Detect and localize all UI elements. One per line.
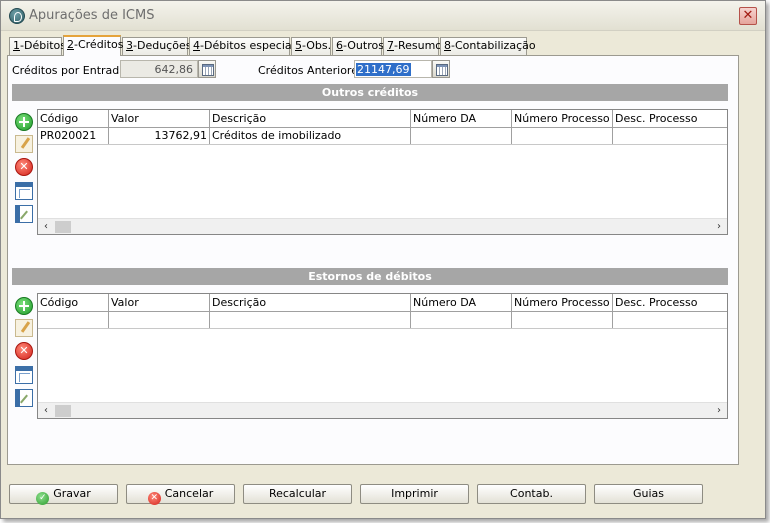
imprimir-button[interactable]: Imprimir: [360, 484, 469, 504]
col-codigo[interactable]: Código: [38, 110, 109, 127]
cell-numero-processo: [512, 128, 613, 144]
export-icon[interactable]: [15, 205, 33, 223]
creditos-anteriores-field[interactable]: 21147,69: [354, 60, 432, 78]
table-row[interactable]: PR020021 13762,91 Créditos de imobilizad…: [38, 128, 727, 145]
scroll-thumb[interactable]: [55, 405, 71, 417]
edit-icon[interactable]: [15, 319, 33, 337]
col-descricao[interactable]: Descrição: [210, 110, 411, 127]
col-valor[interactable]: Valor: [109, 294, 210, 311]
col-valor[interactable]: Valor: [109, 110, 210, 127]
grid-header: Código Valor Descrição Número DA Número …: [38, 110, 727, 128]
col-numero-da[interactable]: Número DA: [411, 294, 512, 311]
cell-valor: [109, 312, 210, 328]
cell-numero-da: [411, 128, 512, 144]
window-title: Apurações de ICMS: [29, 8, 155, 23]
horizontal-scrollbar[interactable]: ‹ ›: [38, 218, 727, 234]
guias-button[interactable]: Guias: [594, 484, 703, 504]
calculator-icon[interactable]: [432, 60, 450, 78]
contab-button[interactable]: Contab.: [477, 484, 586, 504]
estornos-debitos-header: Estornos de débitos: [12, 268, 728, 285]
cell-desc-processo: [613, 128, 727, 144]
app-icon: [9, 8, 25, 24]
tab-contabilizacao[interactable]: 8-Contabilização: [440, 37, 536, 55]
calculator-icon[interactable]: [198, 60, 216, 78]
scroll-left-icon[interactable]: ‹: [38, 403, 54, 419]
close-button[interactable]: ✕: [739, 7, 757, 25]
tab-obs[interactable]: 5-Obs.: [291, 37, 331, 55]
tab-creditos[interactable]: 2-Créditos: [63, 35, 124, 56]
add-icon[interactable]: [15, 113, 33, 131]
outros-creditos-header: Outros créditos: [12, 84, 728, 101]
cell-codigo: [38, 312, 109, 328]
table-config-icon[interactable]: [15, 182, 33, 200]
cancelar-button[interactable]: ✕ Cancelar: [126, 484, 235, 505]
cancel-icon: ✕: [147, 492, 161, 505]
tab-outros[interactable]: 6-Outros: [332, 37, 384, 55]
cell-valor: 13762,91: [109, 128, 210, 144]
creditos-anteriores-label: Créditos Anteriores: [258, 64, 364, 77]
outros-creditos-grid: Código Valor Descrição Número DA Número …: [37, 109, 728, 235]
tab-debitos-especiais[interactable]: 4-Débitos especiais: [189, 37, 300, 55]
horizontal-scrollbar[interactable]: ‹ ›: [38, 402, 727, 418]
creditos-entradas-label: Créditos por Entradas: [12, 64, 132, 77]
table-config-icon[interactable]: [15, 366, 33, 384]
col-numero-processo[interactable]: Número Processo: [512, 294, 613, 311]
tab-deducoes[interactable]: 3-Deduções: [122, 37, 191, 55]
delete-icon[interactable]: ✕: [15, 158, 33, 176]
add-icon[interactable]: [15, 297, 33, 315]
col-descricao[interactable]: Descrição: [210, 294, 411, 311]
cell-codigo: PR020021: [38, 128, 109, 144]
tab-debitos[interactable]: 1-Débitos: [9, 37, 66, 55]
export-icon[interactable]: [15, 389, 33, 407]
col-desc-processo[interactable]: Desc. Processo: [613, 110, 727, 127]
delete-icon[interactable]: ✕: [15, 342, 33, 360]
cell-numero-processo: [512, 312, 613, 328]
cell-descricao: Créditos de imobilizado: [210, 128, 411, 144]
col-numero-processo[interactable]: Número Processo: [512, 110, 613, 127]
cell-numero-da: [411, 312, 512, 328]
scroll-right-icon[interactable]: ›: [711, 403, 727, 419]
table-row[interactable]: [38, 312, 727, 329]
creditos-panel: Créditos por Entradas 642,86 Créditos An…: [7, 55, 739, 465]
cell-desc-processo: [613, 312, 727, 328]
col-numero-da[interactable]: Número DA: [411, 110, 512, 127]
check-icon: ✓: [36, 492, 50, 505]
scroll-right-icon[interactable]: ›: [711, 219, 727, 235]
estornos-debitos-grid: Código Valor Descrição Número DA Número …: [37, 293, 728, 419]
grid-header: Código Valor Descrição Número DA Número …: [38, 294, 727, 312]
col-desc-processo[interactable]: Desc. Processo: [613, 294, 727, 311]
icms-window: Apurações de ICMS ✕ 1-Débitos 2-Créditos…: [0, 0, 766, 519]
cell-descricao: [210, 312, 411, 328]
tab-resumo[interactable]: 7-Resumo: [383, 37, 442, 55]
col-codigo[interactable]: Código: [38, 294, 109, 311]
recalcular-button[interactable]: Recalcular: [243, 484, 352, 504]
scroll-thumb[interactable]: [55, 221, 71, 233]
scroll-left-icon[interactable]: ‹: [38, 219, 54, 235]
gravar-button[interactable]: ✓ Gravar: [9, 484, 118, 505]
creditos-entradas-field: 642,86: [120, 60, 198, 78]
title-bar: Apurações de ICMS ✕: [1, 1, 765, 31]
edit-icon[interactable]: [15, 135, 33, 153]
